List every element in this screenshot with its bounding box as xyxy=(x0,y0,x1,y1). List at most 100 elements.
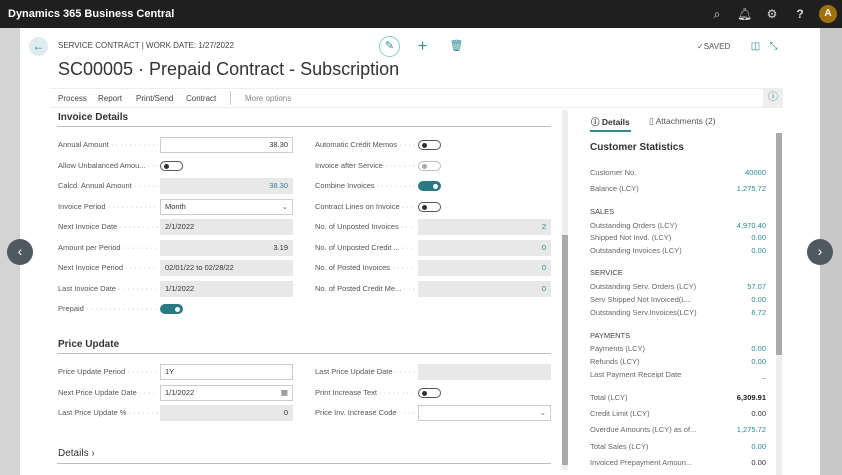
invoice-period-field[interactable]: Month ⌄ xyxy=(160,198,293,215)
invoice-period-label: Invoice Period xyxy=(58,202,158,211)
chevron-down-icon[interactable]: ⌄ xyxy=(282,200,288,214)
section-invoice-details[interactable]: Invoice Details xyxy=(58,112,128,123)
delete-button[interactable]: 🗑︎ xyxy=(447,37,466,56)
no-of-posted-invoices-label: No. of Posted Invoices xyxy=(315,263,415,272)
serv-shipped-not-invoiced-l-value[interactable]: 0.00 xyxy=(690,295,766,304)
invoice-after-service-label: Invoice after Service xyxy=(315,161,415,170)
divider xyxy=(57,126,551,127)
chevron-down-icon[interactable]: ⌄ xyxy=(540,406,546,420)
stats-header-payments: PAYMENTS xyxy=(590,331,631,340)
top-bar: Dynamics 365 Business Central ⌕ 🔔︎ ⚙ ? A xyxy=(0,0,842,28)
action-print-send[interactable]: Print/Send xyxy=(136,94,173,103)
refunds-lcy-value[interactable]: 0.00 xyxy=(690,357,766,366)
annual-amount-label: Annual Amount xyxy=(58,140,158,149)
main-scrollbar-thumb[interactable] xyxy=(562,235,568,465)
amount-per-period-label: Amount per Period xyxy=(58,243,158,252)
calcd-annual-amount-value: 38.30 xyxy=(269,181,288,190)
price-inv-increase-code-field[interactable]: ⌄ xyxy=(418,405,551,421)
avatar[interactable]: A xyxy=(819,5,837,23)
no-of-unposted-credit-value: 0 xyxy=(541,242,546,252)
tab-attachments[interactable]: ▯ Attachments (2) xyxy=(649,116,716,127)
shipped-not-invd-lcy-value[interactable]: 0.00 xyxy=(690,233,766,242)
next-invoice-period-field: 02/01/22 to 02/28/22 xyxy=(160,260,293,276)
page-title: SC00005 · Prepaid Contract - Subscriptio… xyxy=(58,59,400,79)
tab-details[interactable]: ⓘ Details xyxy=(591,116,630,128)
print-increase-text-toggle[interactable] xyxy=(418,387,441,398)
invoiced-prepayment-amoun-value: 0.00 xyxy=(751,458,766,467)
next-price-update-date-label: Next Price Update Date xyxy=(58,388,158,397)
gear-icon[interactable]: ⚙ xyxy=(765,7,779,21)
payments-lcy-value[interactable]: 0.00 xyxy=(690,344,766,353)
outstanding-serv-invoices-lcy-value[interactable]: 6.72 xyxy=(690,308,766,317)
next-invoice-date-value: 2/1/2022 xyxy=(165,222,195,231)
info-button[interactable]: ⓘ xyxy=(763,88,783,108)
factbox-scrollbar-thumb[interactable] xyxy=(776,133,782,355)
allow-unbalanced-amou-toggle[interactable] xyxy=(160,160,183,171)
invoice-after-service-toggle xyxy=(418,160,441,171)
last-invoice-date-field: 1/1/2022 xyxy=(160,280,293,297)
balance-lcy-value[interactable]: 1,275.72 xyxy=(690,184,766,193)
annual-amount-field[interactable]: 38.30 xyxy=(160,137,293,153)
automatic-credit-memos-toggle[interactable] xyxy=(418,140,441,150)
previous-record-button[interactable]: ‹ xyxy=(7,239,33,265)
help-icon[interactable]: ? xyxy=(793,7,807,21)
action-contract[interactable]: Contract xyxy=(186,94,216,103)
last-payment-receipt-date-value[interactable]: _ xyxy=(690,370,766,379)
bell-icon[interactable]: 🔔︎ xyxy=(737,7,752,21)
action-process[interactable]: Process xyxy=(58,94,87,103)
action-report[interactable]: Report xyxy=(98,94,122,103)
next-price-update-date-field[interactable]: 1/1/2022 ▦ xyxy=(160,384,293,401)
no-of-unposted-credit-field: 0 xyxy=(418,239,551,256)
tab-details-label: Details xyxy=(601,117,630,127)
last-price-update-date-label: Last Price Update Date xyxy=(315,367,415,376)
total-sales-lcy-value[interactable]: 0.00 xyxy=(690,442,766,451)
next-invoice-date-field: 2/1/2022 xyxy=(160,219,293,235)
edit-button[interactable]: ✎ xyxy=(379,36,400,57)
section-price-update[interactable]: Price Update xyxy=(58,339,119,350)
no-of-posted-invoices-field: 0 xyxy=(418,260,551,276)
contract-lines-on-invoice-toggle[interactable] xyxy=(418,201,441,212)
next-record-button[interactable]: › xyxy=(807,239,833,265)
divider xyxy=(57,353,551,354)
price-update-period-value: 1Y xyxy=(165,367,175,376)
action-more-options[interactable]: More options xyxy=(245,94,291,103)
customer-no-value[interactable]: 40000 xyxy=(690,168,766,177)
price-update-period-field[interactable]: 1Y xyxy=(160,364,293,380)
search-icon[interactable]: ⌕ xyxy=(710,7,724,21)
saved-status: ✓SAVED xyxy=(697,42,731,51)
stats-header-service: SERVICE xyxy=(590,268,623,277)
print-increase-text-label: Print Increase Text xyxy=(315,388,415,397)
invoice-period-value: Month xyxy=(165,201,186,211)
divider xyxy=(230,91,231,105)
combine-invoices-label: Combine Invoices xyxy=(315,181,415,190)
collapse-icon[interactable]: ⤡ xyxy=(764,37,783,56)
tab-attachments-label: Attachments (2) xyxy=(655,116,716,126)
no-of-unposted-invoices-label: No. of Unposted Invoices xyxy=(315,222,415,231)
divider xyxy=(57,463,551,464)
annual-amount-value: 38.30 xyxy=(269,140,288,149)
amount-per-period-value: 3.19 xyxy=(273,242,288,252)
no-of-posted-credit-me-field: 0 xyxy=(418,280,551,297)
last-invoice-date-label: Last Invoice Date xyxy=(58,284,158,293)
next-invoice-date-label: Next Invoice Date xyxy=(58,222,158,231)
calendar-icon[interactable]: ▦ xyxy=(281,386,288,400)
prepaid-label: Prepaid xyxy=(58,304,158,313)
combine-invoices-toggle[interactable] xyxy=(418,181,441,191)
overdue-amounts-lcy-as-of-value[interactable]: 1,275.72 xyxy=(690,425,766,434)
amount-per-period-field: 3.19 xyxy=(160,239,293,256)
outstanding-orders-lcy-value[interactable]: 4,970.40 xyxy=(690,221,766,230)
section-details[interactable]: Details › xyxy=(58,448,95,459)
back-button[interactable]: ← xyxy=(29,37,48,56)
new-button[interactable]: + xyxy=(413,37,432,56)
last-price-update-value: 0 xyxy=(283,408,288,417)
next-invoice-period-value: 02/01/22 to 02/28/22 xyxy=(165,263,234,272)
allow-unbalanced-amou-label: Allow Unbalanced Amou... xyxy=(58,161,158,170)
price-inv-increase-code-label: Price Inv. Increase Code xyxy=(315,408,415,417)
outstanding-invoices-lcy-value[interactable]: 0.00 xyxy=(690,246,766,255)
prepaid-toggle[interactable] xyxy=(160,304,183,314)
open-new-window-icon[interactable]: ◫ xyxy=(746,37,765,56)
no-of-unposted-invoices-value: 2 xyxy=(541,222,546,231)
last-price-update-date-field xyxy=(418,364,551,380)
outstanding-serv-orders-lcy-value[interactable]: 57.07 xyxy=(690,282,766,291)
tab-underline xyxy=(590,130,631,132)
